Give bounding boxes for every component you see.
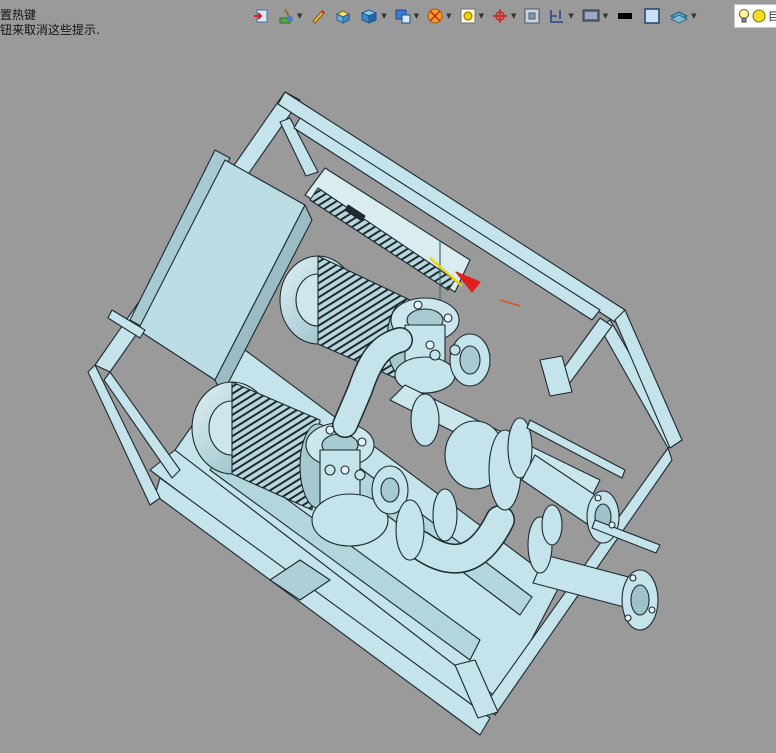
chevron-down-icon: ▼ (446, 11, 452, 20)
exit-sketch-icon (254, 9, 268, 23)
section-button[interactable]: ▼ (424, 5, 453, 27)
chevron-down-icon: ▼ (381, 11, 387, 20)
measure-button[interactable]: ▼ (546, 5, 575, 27)
paint-button[interactable]: ▼ (275, 5, 304, 27)
yellow-sphere-icon (752, 9, 766, 23)
frame-icon (524, 8, 540, 24)
zoom-window-icon (460, 8, 476, 24)
black-rect-icon (618, 13, 633, 19)
zoom-button[interactable]: ▼ (457, 5, 486, 27)
measure-icon (550, 10, 564, 23)
hint-text: 置热键 钮来取消这些提示. (0, 8, 100, 38)
blue-button[interactable] (640, 5, 664, 27)
chevron-down-icon: ▼ (478, 11, 484, 20)
chevron-down-icon: ▼ (297, 11, 303, 20)
pump-skid-model (87, 91, 683, 736)
display-button[interactable]: ▼ (579, 5, 610, 27)
cube-button[interactable]: ▼ (357, 5, 388, 27)
box-button[interactable] (332, 5, 354, 27)
light-label: 目 (768, 10, 776, 23)
view-button[interactable]: ▼ (392, 5, 421, 27)
chevron-down-icon: ▼ (691, 11, 697, 20)
cad-viewport[interactable] (0, 0, 776, 753)
lighting-controls[interactable]: 目 (734, 4, 776, 28)
box-icon (336, 10, 351, 24)
display-mode-icon (582, 9, 600, 22)
paint-brush-icon (279, 8, 293, 24)
frame-button[interactable] (521, 5, 543, 27)
view-orientation-icon (395, 9, 411, 24)
chevron-down-icon: ▼ (568, 11, 574, 20)
pencil-icon (312, 10, 326, 24)
section-view-icon (427, 8, 443, 24)
layers-button[interactable]: ▼ (667, 5, 698, 27)
black-button[interactable] (613, 5, 637, 27)
pencil-button[interactable] (307, 5, 329, 27)
blue-square-icon (644, 8, 660, 24)
hint-line-2: 钮来取消这些提示. (0, 23, 100, 37)
exit-button[interactable] (250, 5, 272, 27)
layers-icon (670, 11, 689, 24)
chevron-down-icon: ▼ (413, 11, 420, 20)
blue-cube-icon (361, 9, 378, 24)
lightbulb-icon (739, 9, 749, 23)
origin-button[interactable]: ▼ (489, 5, 518, 27)
chevron-down-icon: ▼ (602, 11, 609, 20)
control-cabinet (107, 149, 313, 396)
hint-line-1: 置热键 (0, 8, 37, 22)
view-toolbar: ▼ ▼ ▼ ▼ ▼ ▼ ▼ ▼ ▼ (250, 3, 699, 29)
chevron-down-icon: ▼ (510, 11, 517, 20)
coordinate-icon (492, 9, 507, 23)
